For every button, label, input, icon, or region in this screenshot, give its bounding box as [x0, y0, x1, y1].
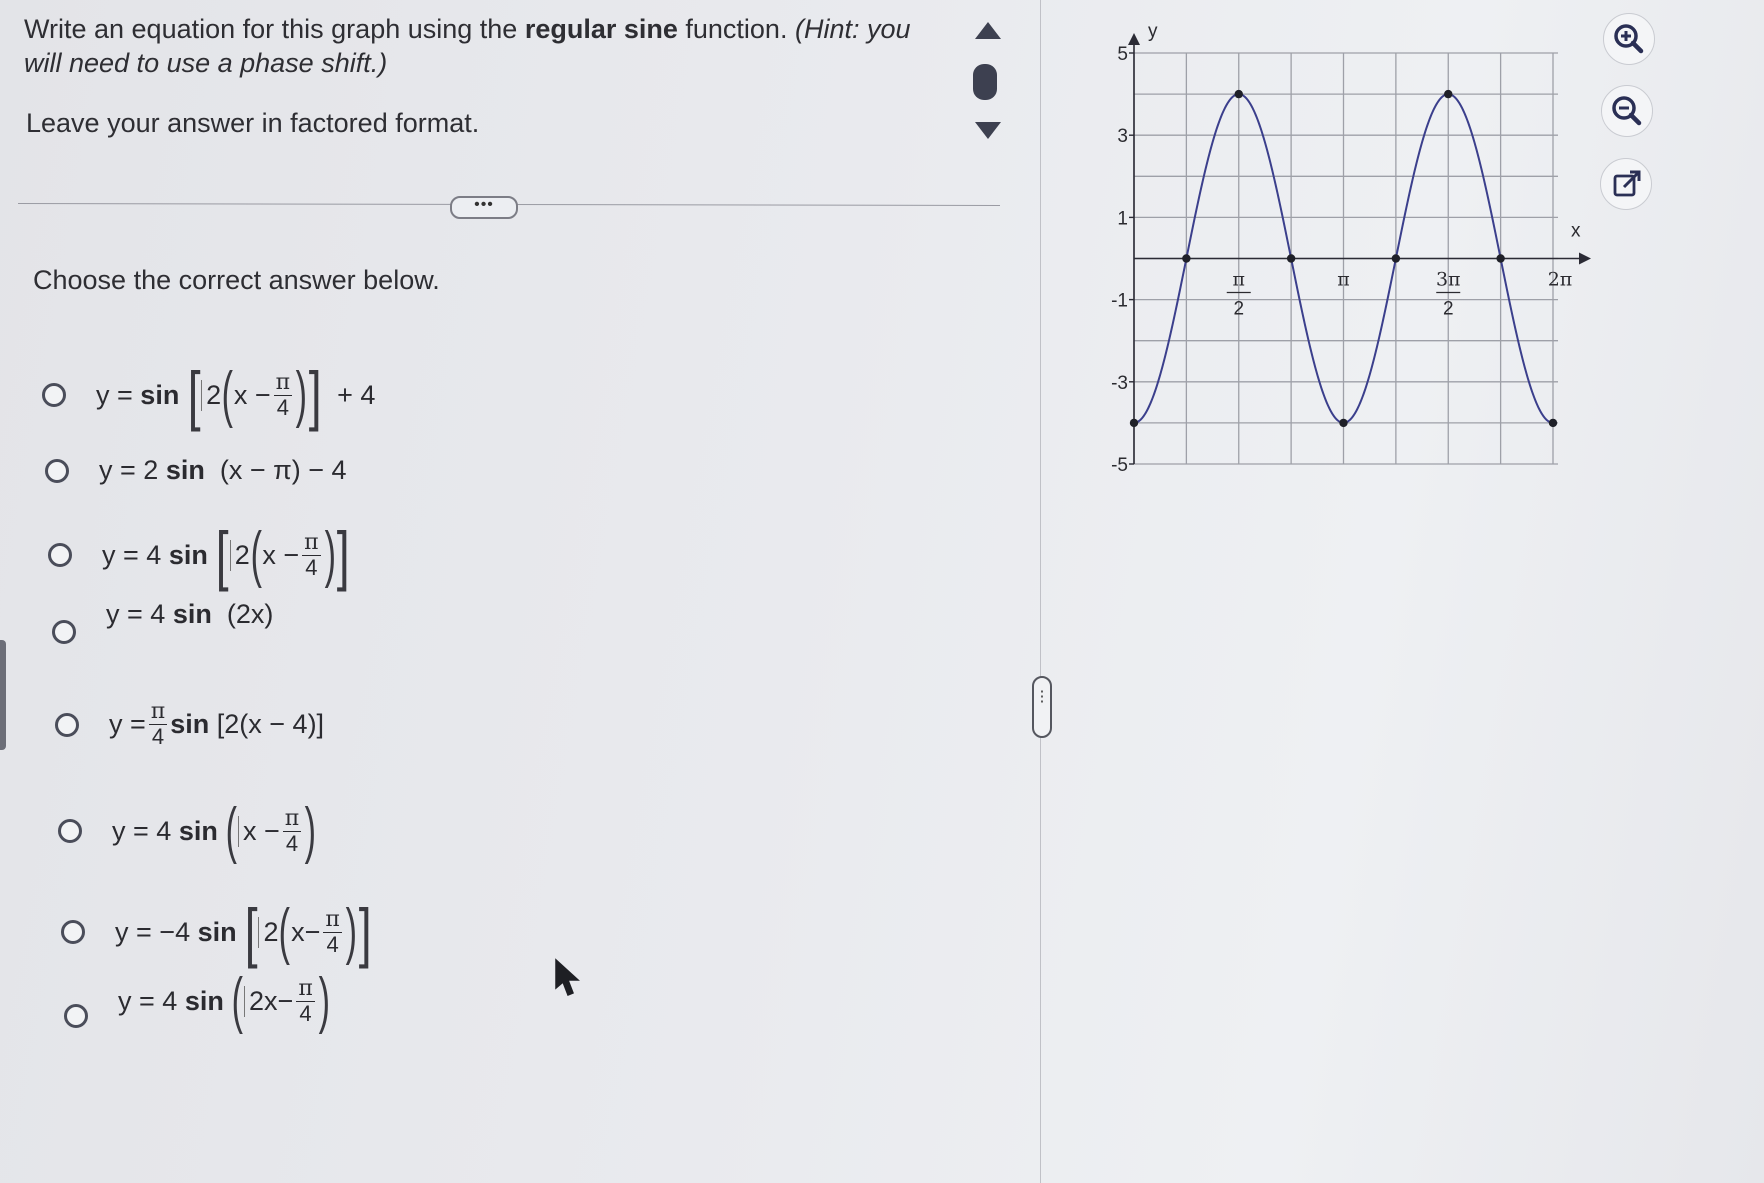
panel-divider: [1040, 0, 1041, 1183]
key-point: [1444, 89, 1453, 99]
scroll-up-arrow-icon[interactable]: [975, 22, 1001, 39]
answer-option-e[interactable]: y = π4 sin [2(x − 4)]: [55, 700, 324, 749]
answer-option-a[interactable]: y = sin [2(x − π4 )] + 4: [42, 362, 375, 428]
y-axis-arrow: [1128, 33, 1140, 45]
scrollbar-thumb[interactable]: [973, 64, 997, 100]
option-equation: y = 2 sin (x − π) − 4: [99, 455, 347, 485]
left-scroll-edge: [0, 640, 6, 750]
answer-option-d[interactable]: y = 4 sin (2x): [52, 599, 273, 644]
instruction-text: Leave your answer in factored format.: [26, 108, 480, 138]
prompt-text-end: function.: [677, 14, 788, 44]
key-point: [1129, 418, 1139, 428]
x-axis-label: x: [1571, 221, 1581, 242]
zoom-in-button[interactable]: [1603, 13, 1655, 65]
panel-resize-handle[interactable]: ⋮: [1032, 676, 1052, 738]
axis-labels: 531-1-3-5yxπ2π 3π22π: [1111, 21, 1581, 476]
zoom-in-icon: [1614, 24, 1644, 54]
y-tick-label: -1: [1111, 291, 1128, 312]
x-tick-label: π: [1337, 269, 1350, 291]
key-point: [1391, 254, 1401, 263]
radio-button[interactable]: [45, 458, 69, 483]
sine-graph: 531-1-3-5yxπ2π 3π22π: [1111, 21, 1591, 476]
prompt-text: Write an equation for this graph using t…: [24, 14, 525, 44]
x-tick-label-denominator: 2: [1443, 299, 1454, 320]
key-point: [1182, 254, 1191, 263]
y-tick-label: -5: [1111, 455, 1128, 476]
x-axis-arrow: [1579, 252, 1591, 265]
x-tick-label: 2π: [1548, 269, 1573, 291]
option-equation: y = 4 sin (2x − π4 ): [118, 966, 330, 1035]
y-tick-label: 1: [1117, 208, 1128, 229]
option-equation: y = 4 sin (x − π4 ): [112, 796, 317, 865]
x-tick-label-denominator: 2: [1233, 299, 1244, 320]
zoom-out-icon: [1612, 96, 1642, 126]
option-equation: y = 4 sin [2(x − π4 )]: [102, 518, 350, 592]
mouse-pointer-icon: [555, 958, 580, 996]
radio-button[interactable]: [64, 1004, 88, 1028]
answer-option-f[interactable]: y = 4 sin (x − π4 ): [58, 800, 317, 862]
radio-button[interactable]: [42, 383, 66, 407]
x-tick-label: 3π: [1436, 269, 1461, 291]
external-link-icon: [1613, 170, 1641, 197]
prompt-bold-text: regular sine: [524, 14, 678, 44]
key-point: [1286, 254, 1296, 263]
y-axis-label: y: [1148, 21, 1158, 42]
question-prompt: Write an equation for this graph using t…: [24, 12, 954, 80]
zoom-out-button[interactable]: [1601, 85, 1653, 137]
option-equation: y = sin [2(x − π4 )] + 4: [96, 358, 376, 432]
y-tick-label: 3: [1117, 126, 1128, 147]
answer-option-b[interactable]: y = 2 sin (x − π) − 4: [45, 455, 347, 486]
key-point: [1548, 418, 1558, 428]
key-point: [1496, 254, 1505, 263]
radio-button[interactable]: [58, 819, 82, 843]
option-equation: y = −4 sin [2(x − π4 )]: [115, 895, 372, 969]
question-panel: Write an equation for this graph using t…: [0, 0, 1030, 1183]
option-equation: y = π4 sin [2(x − 4)]: [109, 699, 325, 749]
graph-axes: [1128, 33, 1591, 464]
y-tick-label: 5: [1117, 44, 1128, 65]
answer-option-c[interactable]: y = 4 sin [2(x − π4 )]: [48, 522, 351, 588]
popout-button[interactable]: [1600, 158, 1652, 210]
radio-button[interactable]: [61, 920, 85, 944]
option-equation: y = 4 sin (2x): [106, 598, 274, 629]
choose-label: Choose the correct answer below.: [33, 265, 440, 295]
radio-button[interactable]: [52, 620, 76, 644]
more-button[interactable]: •••: [450, 196, 518, 219]
x-tick-label: π: [1232, 269, 1245, 291]
y-tick-label: -3: [1111, 373, 1128, 394]
answer-option-g[interactable]: y = −4 sin [2(x − π4 )]: [61, 899, 372, 965]
key-point: [1339, 418, 1348, 428]
answer-option-h[interactable]: y = 4 sin (2x − π4 ): [64, 970, 330, 1032]
key-point: [1234, 89, 1243, 99]
radio-button[interactable]: [48, 543, 72, 567]
scroll-down-arrow-icon[interactable]: [975, 122, 1001, 139]
radio-button[interactable]: [55, 712, 79, 737]
